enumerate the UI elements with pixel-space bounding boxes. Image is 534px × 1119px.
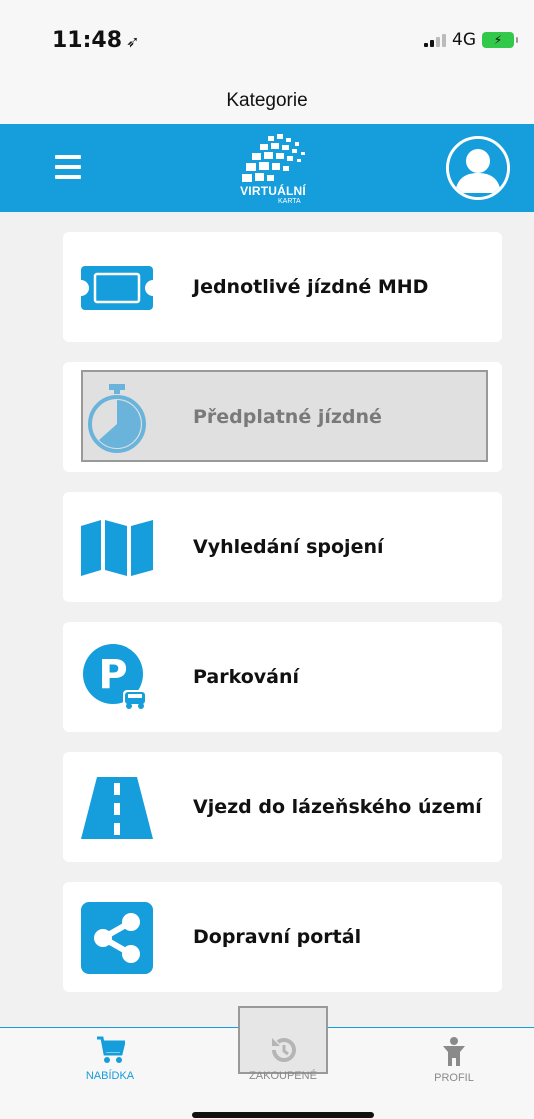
- menu-item-vyhledani-spojeni[interactable]: Vyhledání spojení: [63, 492, 502, 602]
- logo-mark-icon: [242, 134, 305, 182]
- person-icon: [443, 1037, 465, 1066]
- svg-text:P: P: [98, 652, 127, 698]
- tab-label: ZAKOUPENÉ: [249, 1070, 317, 1082]
- menu-item-parkovani[interactable]: P Parkování: [63, 622, 502, 732]
- menu-item-label: Dopravní portál: [193, 926, 362, 948]
- title-bar: Kategorie: [0, 78, 534, 124]
- menu-item-vjezd-lazensky[interactable]: Vjezd do lázeňského území: [63, 752, 502, 862]
- tab-nabidka[interactable]: NABÍDKA: [60, 1036, 160, 1096]
- phone-screen: 11:48 ➶ 4G ⚡ Kategorie VIRTUÁLNÍ KARTA J…: [0, 0, 534, 1119]
- cart-icon: [97, 1036, 125, 1063]
- ticket-icon: [81, 252, 153, 324]
- map-icon: [81, 512, 153, 584]
- status-time-text: 11:48: [52, 28, 123, 53]
- hamburger-menu-icon[interactable]: [55, 155, 81, 179]
- menu-item-jednotlive-jizdne[interactable]: Jednotlivé jízdné MHD: [63, 232, 502, 342]
- menu-item-dopravni-portal[interactable]: Dopravní portál: [63, 882, 502, 992]
- tab-label: PROFIL: [434, 1072, 474, 1084]
- battery-charging-icon: ⚡: [482, 32, 518, 48]
- status-indicators: 4G ⚡: [424, 30, 518, 50]
- history-icon: [272, 1038, 296, 1062]
- logo-text: VIRTUÁLNÍ: [240, 184, 306, 198]
- menu-item-label: Parkování: [193, 666, 300, 688]
- status-bar: 11:48 ➶ 4G ⚡: [0, 0, 534, 78]
- network-type: 4G: [452, 30, 476, 50]
- page-title: Kategorie: [226, 90, 308, 111]
- location-arrow-icon: ➶: [126, 32, 140, 51]
- app-header: VIRTUÁLNÍ KARTA: [0, 124, 534, 212]
- tab-profil[interactable]: PROFIL: [404, 1036, 504, 1096]
- road-icon: [81, 772, 153, 844]
- menu-item-predplatne-jizdne[interactable]: Předplatné jízdné: [63, 362, 502, 472]
- status-time: 11:48 ➶: [52, 28, 139, 53]
- menu-item-label: Vyhledání spojení: [193, 536, 384, 558]
- menu-item-label: Jednotlivé jízdné MHD: [193, 276, 429, 298]
- virtualni-karta-logo: VIRTUÁLNÍ KARTA: [228, 132, 318, 208]
- home-indicator: [192, 1112, 374, 1118]
- stopwatch-icon: [81, 382, 153, 454]
- tab-zakoupene[interactable]: ZAKOUPENÉ: [233, 1036, 333, 1096]
- bottom-tab-bar: NABÍDKA ZAKOUPENÉ PROFIL: [0, 1006, 534, 1119]
- parking-icon: P: [81, 642, 153, 714]
- share-icon: [81, 902, 153, 974]
- signal-icon: [424, 33, 446, 47]
- avatar-icon[interactable]: [446, 136, 510, 200]
- menu-item-label: Předplatné jízdné: [193, 406, 382, 428]
- tab-label: NABÍDKA: [85, 1070, 135, 1082]
- logo-subtext: KARTA: [278, 198, 301, 205]
- menu-item-label: Vjezd do lázeňského území: [193, 796, 482, 818]
